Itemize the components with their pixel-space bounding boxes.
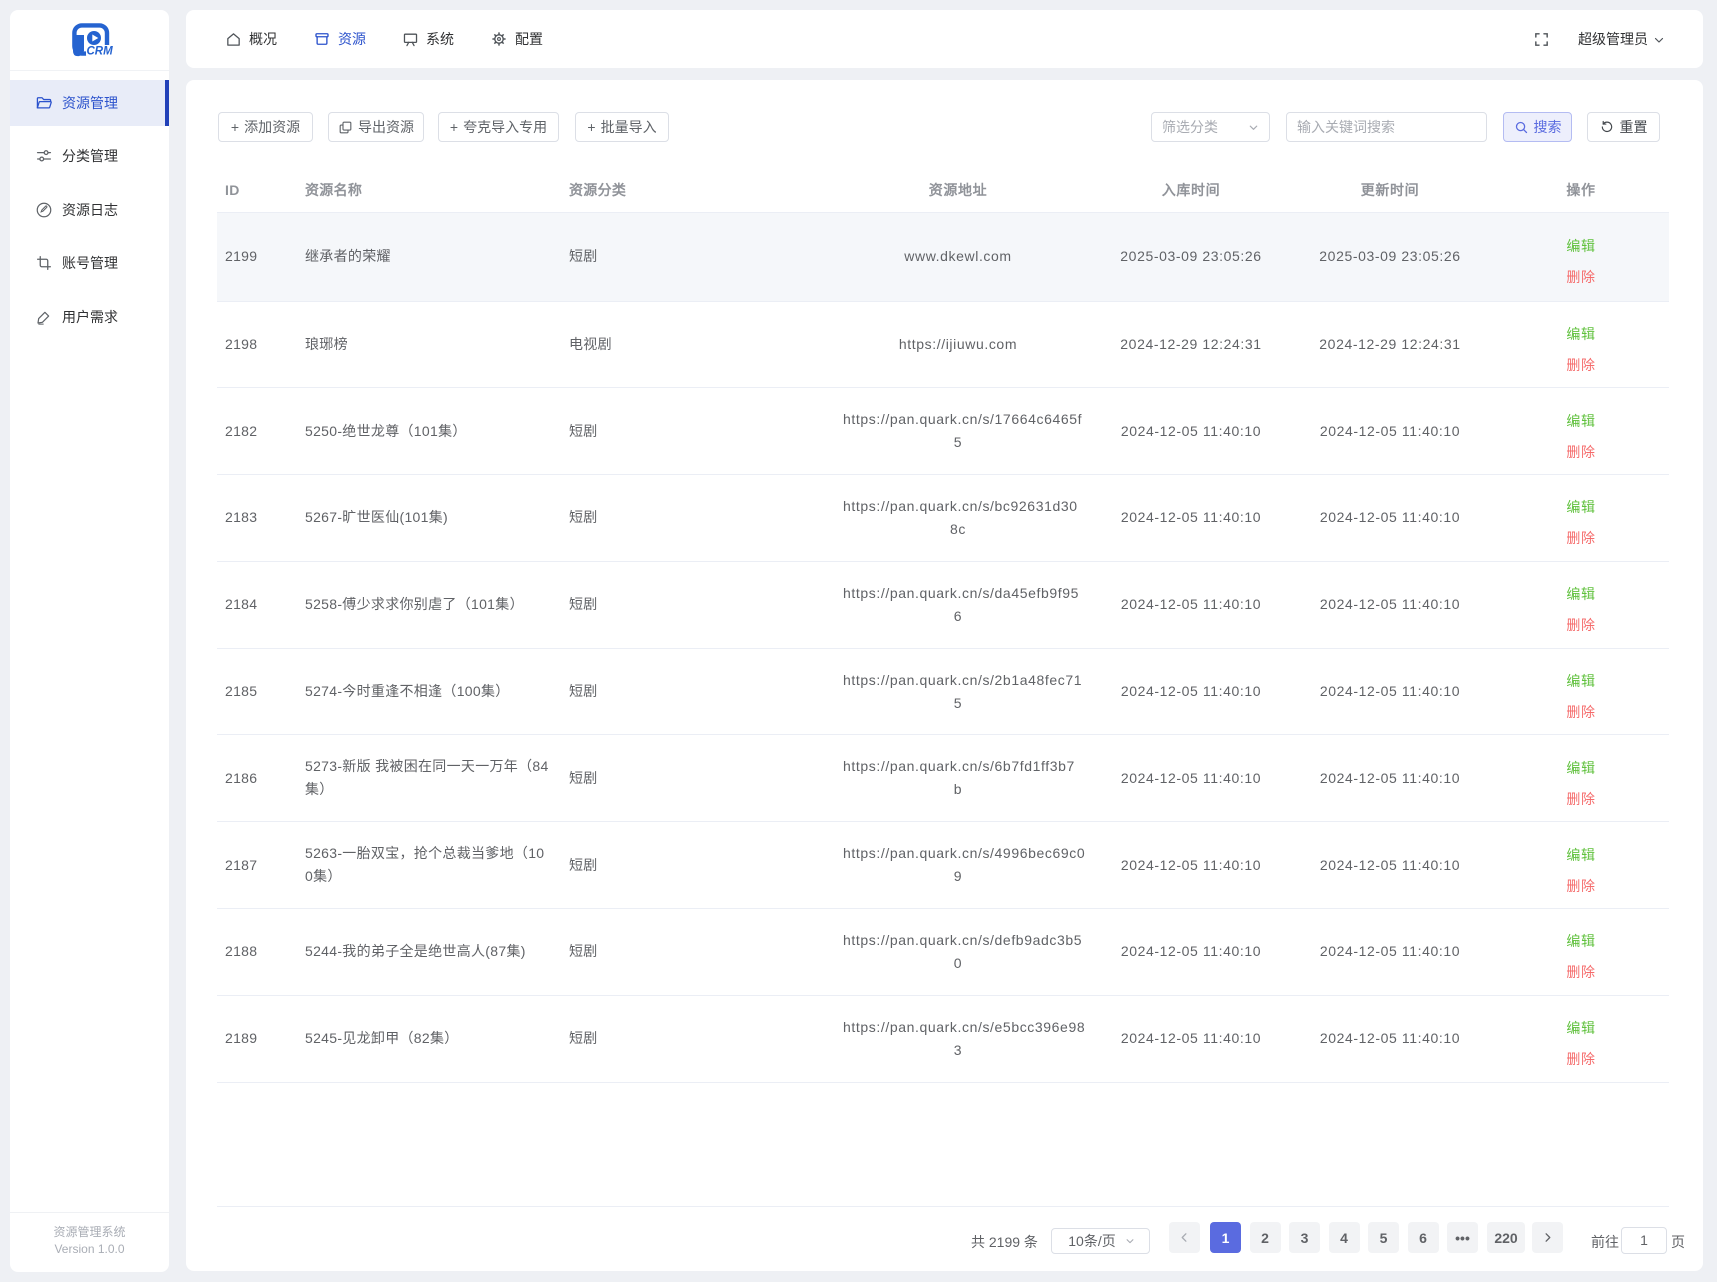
svg-text:CRM: CRM bbox=[87, 46, 114, 58]
